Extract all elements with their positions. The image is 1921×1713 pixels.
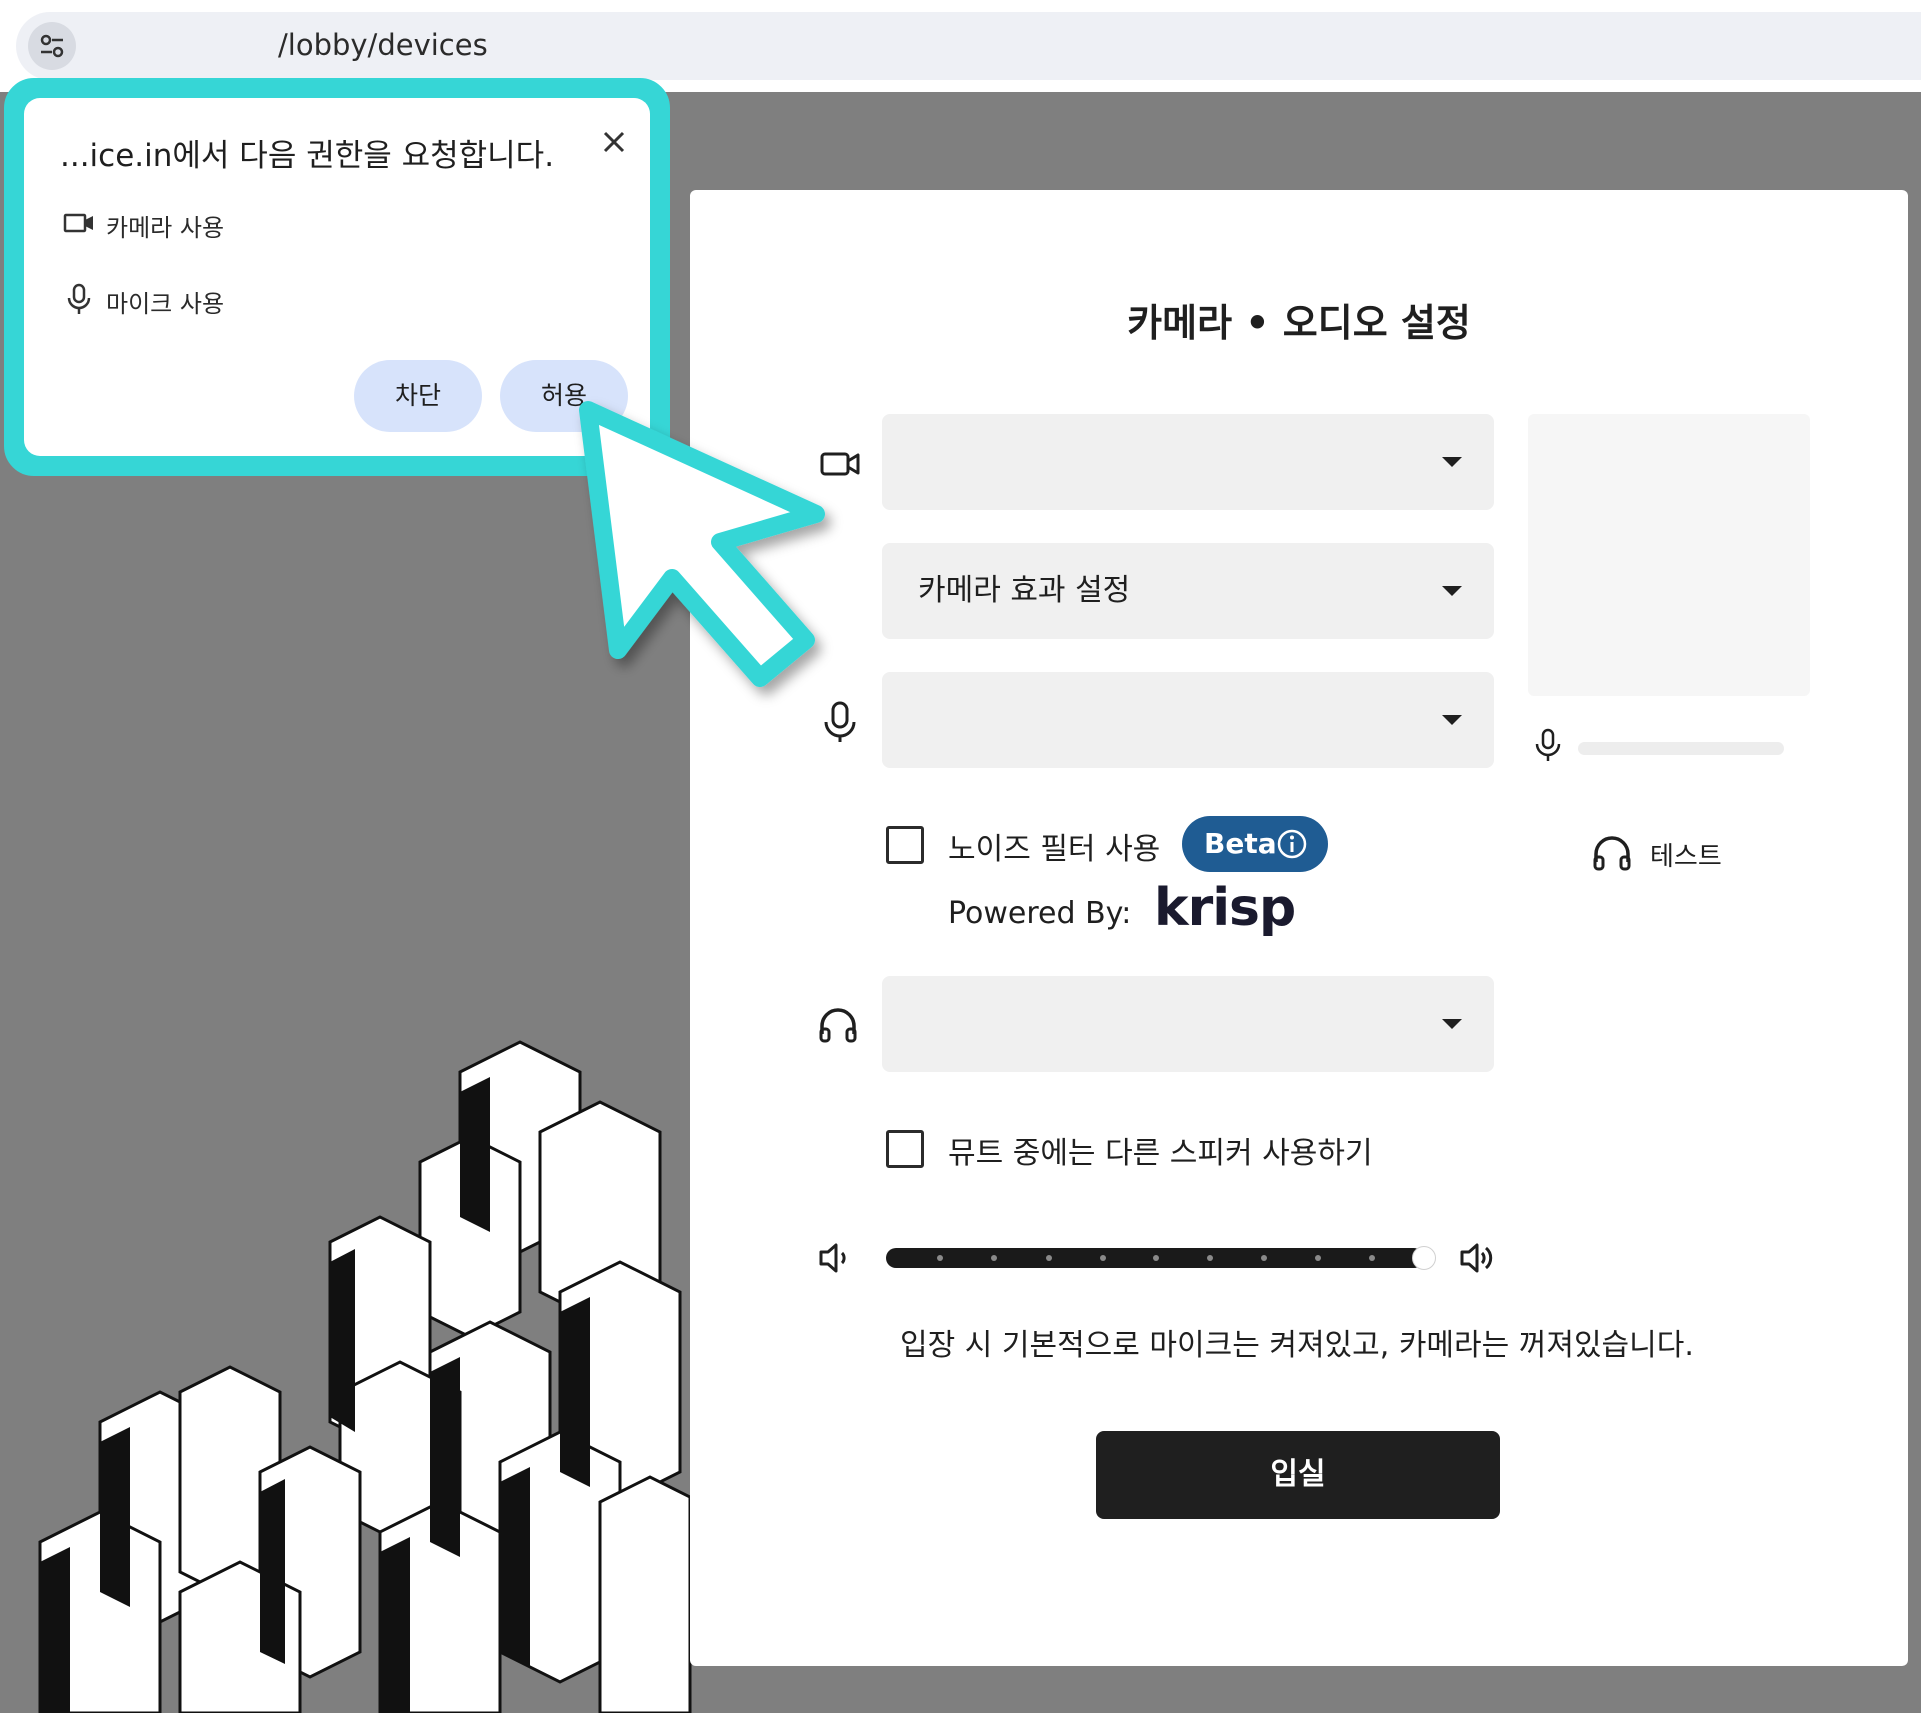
microphone-level-meter bbox=[1578, 742, 1784, 755]
block-button[interactable]: 차단 bbox=[354, 360, 482, 432]
slider-tick bbox=[1207, 1255, 1213, 1261]
mute-other-speaker-checkbox[interactable] bbox=[886, 1130, 924, 1168]
camera-preview bbox=[1528, 414, 1810, 696]
site-settings-button[interactable] bbox=[28, 22, 76, 70]
microphone-icon bbox=[67, 283, 91, 314]
close-icon[interactable] bbox=[594, 122, 634, 162]
default-device-notice: 입장 시 기본적으로 마이크는 켜져있고, 카메라는 꺼져있습니다. bbox=[900, 1328, 1694, 1363]
device-settings-panel: 카메라 • 오디오 설정 카메라 효과 설정 노이즈 필터 사용 Beta Po… bbox=[690, 190, 1908, 1666]
permission-microphone-label: 마이크 사용 bbox=[106, 290, 225, 318]
microphone-select[interactable] bbox=[882, 672, 1494, 768]
info-icon bbox=[1277, 829, 1307, 859]
headphones-icon bbox=[1593, 836, 1631, 871]
chevron-down-icon bbox=[1442, 457, 1462, 467]
microphone-level-icon bbox=[1535, 728, 1561, 761]
chevron-down-icon bbox=[1442, 1019, 1462, 1029]
powered-by-label: Powered By: bbox=[948, 896, 1132, 931]
slider-tick bbox=[1046, 1255, 1052, 1261]
permission-camera-label: 카메라 사용 bbox=[106, 214, 225, 242]
chevron-down-icon bbox=[1442, 586, 1462, 596]
camera-select[interactable] bbox=[882, 414, 1494, 510]
volume-low-icon bbox=[819, 1243, 846, 1273]
krisp-logo: krisp bbox=[1154, 878, 1296, 938]
slider-tick bbox=[1153, 1255, 1159, 1261]
camera-effect-select[interactable]: 카메라 효과 설정 bbox=[882, 543, 1494, 639]
beta-badge-label: Beta bbox=[1204, 827, 1277, 860]
pointer-arrow-icon bbox=[579, 401, 825, 687]
volume-slider-thumb[interactable] bbox=[1412, 1246, 1436, 1270]
permission-prompt-body: ...ice.in에서 다음 권한을 요청합니다. 카메라 사용 마이크 사용 … bbox=[24, 98, 650, 456]
slider-tick bbox=[1100, 1255, 1106, 1261]
speaker-select[interactable] bbox=[882, 976, 1494, 1072]
speaker-test-button[interactable]: 테스트 bbox=[1650, 836, 1722, 873]
chevron-down-icon bbox=[1442, 715, 1462, 725]
mute-other-speaker-label: 뮤트 중에는 다른 스피커 사용하기 bbox=[948, 1136, 1373, 1171]
headphones-icon bbox=[819, 1008, 857, 1043]
volume-slider[interactable] bbox=[886, 1248, 1424, 1268]
slider-tick bbox=[1369, 1255, 1375, 1261]
slider-tick bbox=[991, 1255, 997, 1261]
slider-tick bbox=[1261, 1255, 1267, 1261]
video-camera-icon bbox=[63, 213, 93, 233]
enter-room-button[interactable]: 입실 bbox=[1096, 1431, 1500, 1519]
camera-effect-select-value: 카메라 효과 설정 bbox=[918, 573, 1131, 608]
permission-prompt-title: ...ice.in에서 다음 권한을 요청합니다. bbox=[60, 138, 555, 174]
slider-tick bbox=[1315, 1255, 1321, 1261]
slider-tick bbox=[937, 1255, 943, 1261]
noise-filter-label: 노이즈 필터 사용 bbox=[948, 832, 1161, 867]
panel-title: 카메라 • 오디오 설정 bbox=[1127, 301, 1471, 345]
url-text[interactable]: /lobby/devices bbox=[278, 28, 488, 62]
tune-icon bbox=[40, 34, 64, 58]
beta-badge[interactable]: Beta bbox=[1182, 816, 1328, 872]
noise-filter-checkbox[interactable] bbox=[886, 826, 924, 864]
address-bar[interactable]: /lobby/devices bbox=[16, 12, 1921, 80]
volume-high-icon bbox=[1460, 1243, 1493, 1273]
